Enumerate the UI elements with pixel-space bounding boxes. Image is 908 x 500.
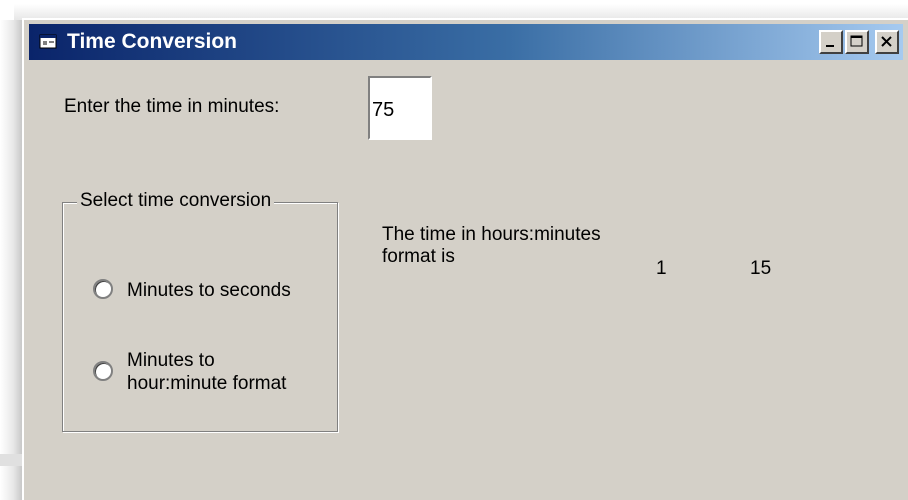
background-marker xyxy=(0,454,22,466)
maximize-icon xyxy=(850,35,863,47)
form-icon[interactable] xyxy=(39,34,59,50)
radio-label-minutes-to-hour-minute: Minutes to hour:minute format xyxy=(127,350,287,394)
result-minutes: 15 xyxy=(750,258,772,279)
maximize-button[interactable] xyxy=(845,30,869,54)
result-hours: 1 xyxy=(656,258,667,279)
result-label: The time in hours:minutes format is xyxy=(382,224,601,267)
close-icon xyxy=(881,36,892,47)
time-conversion-window: Time Conversion Enter the time in minute… xyxy=(22,18,908,500)
window-title: Time Conversion xyxy=(67,30,237,53)
conversion-group-legend: Select time conversion xyxy=(77,190,275,212)
close-button[interactable] xyxy=(875,30,899,54)
radio-option-minutes-to-seconds[interactable]: Minutes to seconds xyxy=(93,279,291,302)
minutes-input[interactable] xyxy=(368,76,432,140)
window-shadow-left xyxy=(0,20,22,500)
radio-option-minutes-to-hour-minute[interactable]: Minutes to hour:minute format xyxy=(93,349,317,395)
title-bar[interactable]: Time Conversion xyxy=(29,24,903,60)
radio-label-minutes-to-seconds: Minutes to seconds xyxy=(127,280,291,301)
minimize-button[interactable] xyxy=(819,30,843,54)
conversion-groupbox: Select time conversion Minutes to second… xyxy=(62,190,338,432)
radio-button[interactable] xyxy=(93,279,113,299)
minutes-input-label: Enter the time in minutes: xyxy=(64,96,280,117)
minimize-icon xyxy=(826,45,834,47)
radio-button[interactable] xyxy=(93,361,113,381)
